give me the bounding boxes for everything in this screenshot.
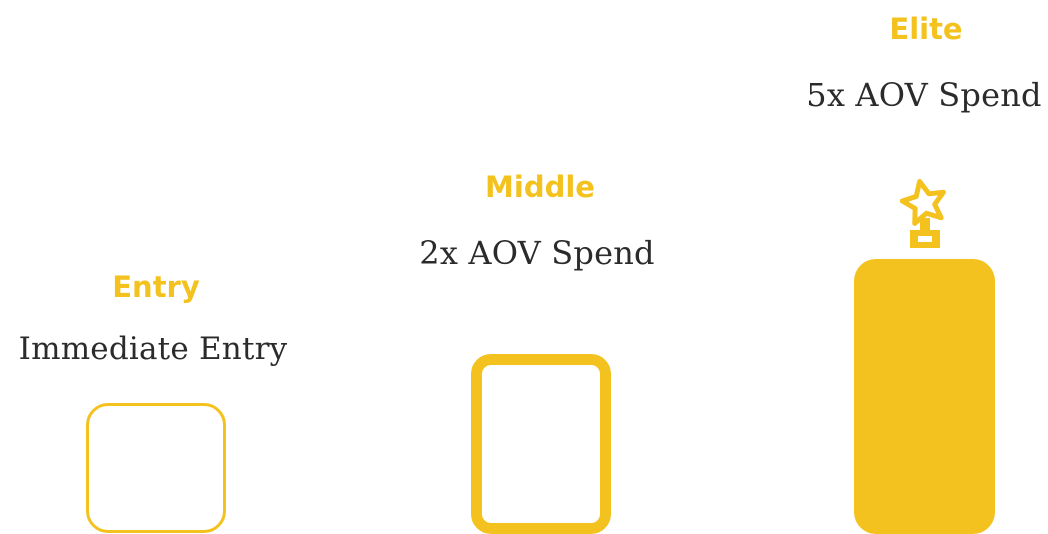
tier-requirement-middle: 2x AOV Spend (419, 234, 655, 272)
tier-bar-middle (471, 354, 611, 534)
tier-requirement-entry: Immediate Entry (18, 331, 288, 367)
tier-name-entry: Entry (112, 270, 200, 304)
tier-name-middle: Middle (485, 170, 595, 204)
tier-requirement-elite: 5x AOV Spend (806, 76, 1042, 114)
tier-bar-entry (86, 403, 226, 533)
trophy-icon (899, 178, 946, 248)
tier-name-elite: Elite (889, 12, 963, 46)
tier-bar-elite (854, 259, 995, 534)
